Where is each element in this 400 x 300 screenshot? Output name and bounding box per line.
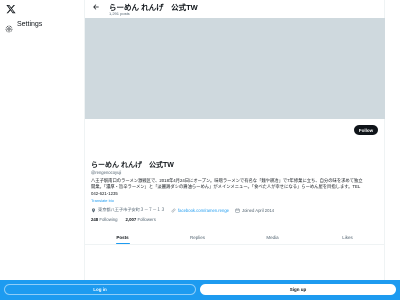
sidebar-item-settings[interactable]: Settings bbox=[5, 20, 43, 33]
translate-bio-link[interactable]: Translate bio bbox=[91, 198, 114, 203]
gear-icon bbox=[5, 20, 13, 33]
calendar-icon bbox=[235, 208, 240, 213]
login-button[interactable]: Log in bbox=[4, 284, 196, 295]
sidebar: Settings bbox=[0, 0, 84, 300]
followers-label: Followers bbox=[137, 217, 156, 222]
follow-stats: 248 Following 2,007 Followers bbox=[91, 217, 156, 222]
bio-line: 開業。「濃厚・旨辛ラーメン」と「淡麗鶏ダシの醤油らーめん」がメインメニュー。「食… bbox=[91, 184, 361, 190]
following-count: 248 bbox=[91, 217, 99, 222]
post-count: 1,291 posts bbox=[109, 11, 130, 16]
sidebar-item-label: Settings bbox=[17, 20, 43, 28]
followers-stat[interactable]: 2,007 Followers bbox=[126, 217, 156, 222]
joined-item: Joined April 2014 bbox=[235, 208, 274, 213]
follow-button[interactable]: Follow bbox=[354, 125, 378, 135]
location-text: 東京都八王子市子安町３－７－１３ bbox=[98, 207, 166, 212]
tab-media[interactable]: Media bbox=[235, 230, 310, 244]
tab-likes[interactable]: Likes bbox=[310, 230, 385, 244]
link-icon bbox=[171, 208, 176, 212]
profile-meta: 東京都八王子市子安町３－７－１３ facebook.com/ramen.reng… bbox=[91, 207, 274, 213]
location-item: 東京都八王子市子安町３－７－１３ bbox=[91, 207, 165, 213]
profile-handle: @rengenocoyuji bbox=[91, 170, 122, 175]
profile-name: らーめん れんげ 公式TW bbox=[91, 162, 174, 169]
profile-bio: 八王子駅南口のラーメン激戦区で、2018年4月24日にオープン。味噌ラーメンで有… bbox=[91, 178, 379, 197]
website-link[interactable]: facebook.com/ramen.renge bbox=[178, 208, 229, 213]
following-label: Following bbox=[99, 217, 118, 222]
bio-line: 042-621-1235 bbox=[91, 190, 118, 196]
profile-tabs: Posts Replies Media Likes bbox=[85, 230, 385, 245]
x-logo-icon[interactable] bbox=[6, 4, 16, 14]
following-stat[interactable]: 248 Following bbox=[91, 217, 118, 222]
profile-header-bar: らーめん れんげ 公式TW 1,291 posts bbox=[85, 0, 385, 18]
profile-banner bbox=[85, 18, 385, 119]
location-pin-icon bbox=[92, 207, 95, 213]
followers-count: 2,007 bbox=[125, 217, 137, 222]
profile-column: らーめん れんげ 公式TW 1,291 posts Follow らーめん れん… bbox=[84, 0, 385, 300]
back-arrow-icon[interactable] bbox=[92, 3, 100, 11]
tab-posts[interactable]: Posts bbox=[85, 230, 160, 244]
signup-prompt-bar: Log in Sign up bbox=[0, 280, 400, 300]
website-item: facebook.com/ramen.renge bbox=[171, 208, 229, 213]
signup-button[interactable]: Sign up bbox=[200, 284, 396, 295]
tab-replies[interactable]: Replies bbox=[160, 230, 235, 244]
joined-text: Joined April 2014 bbox=[242, 207, 275, 213]
